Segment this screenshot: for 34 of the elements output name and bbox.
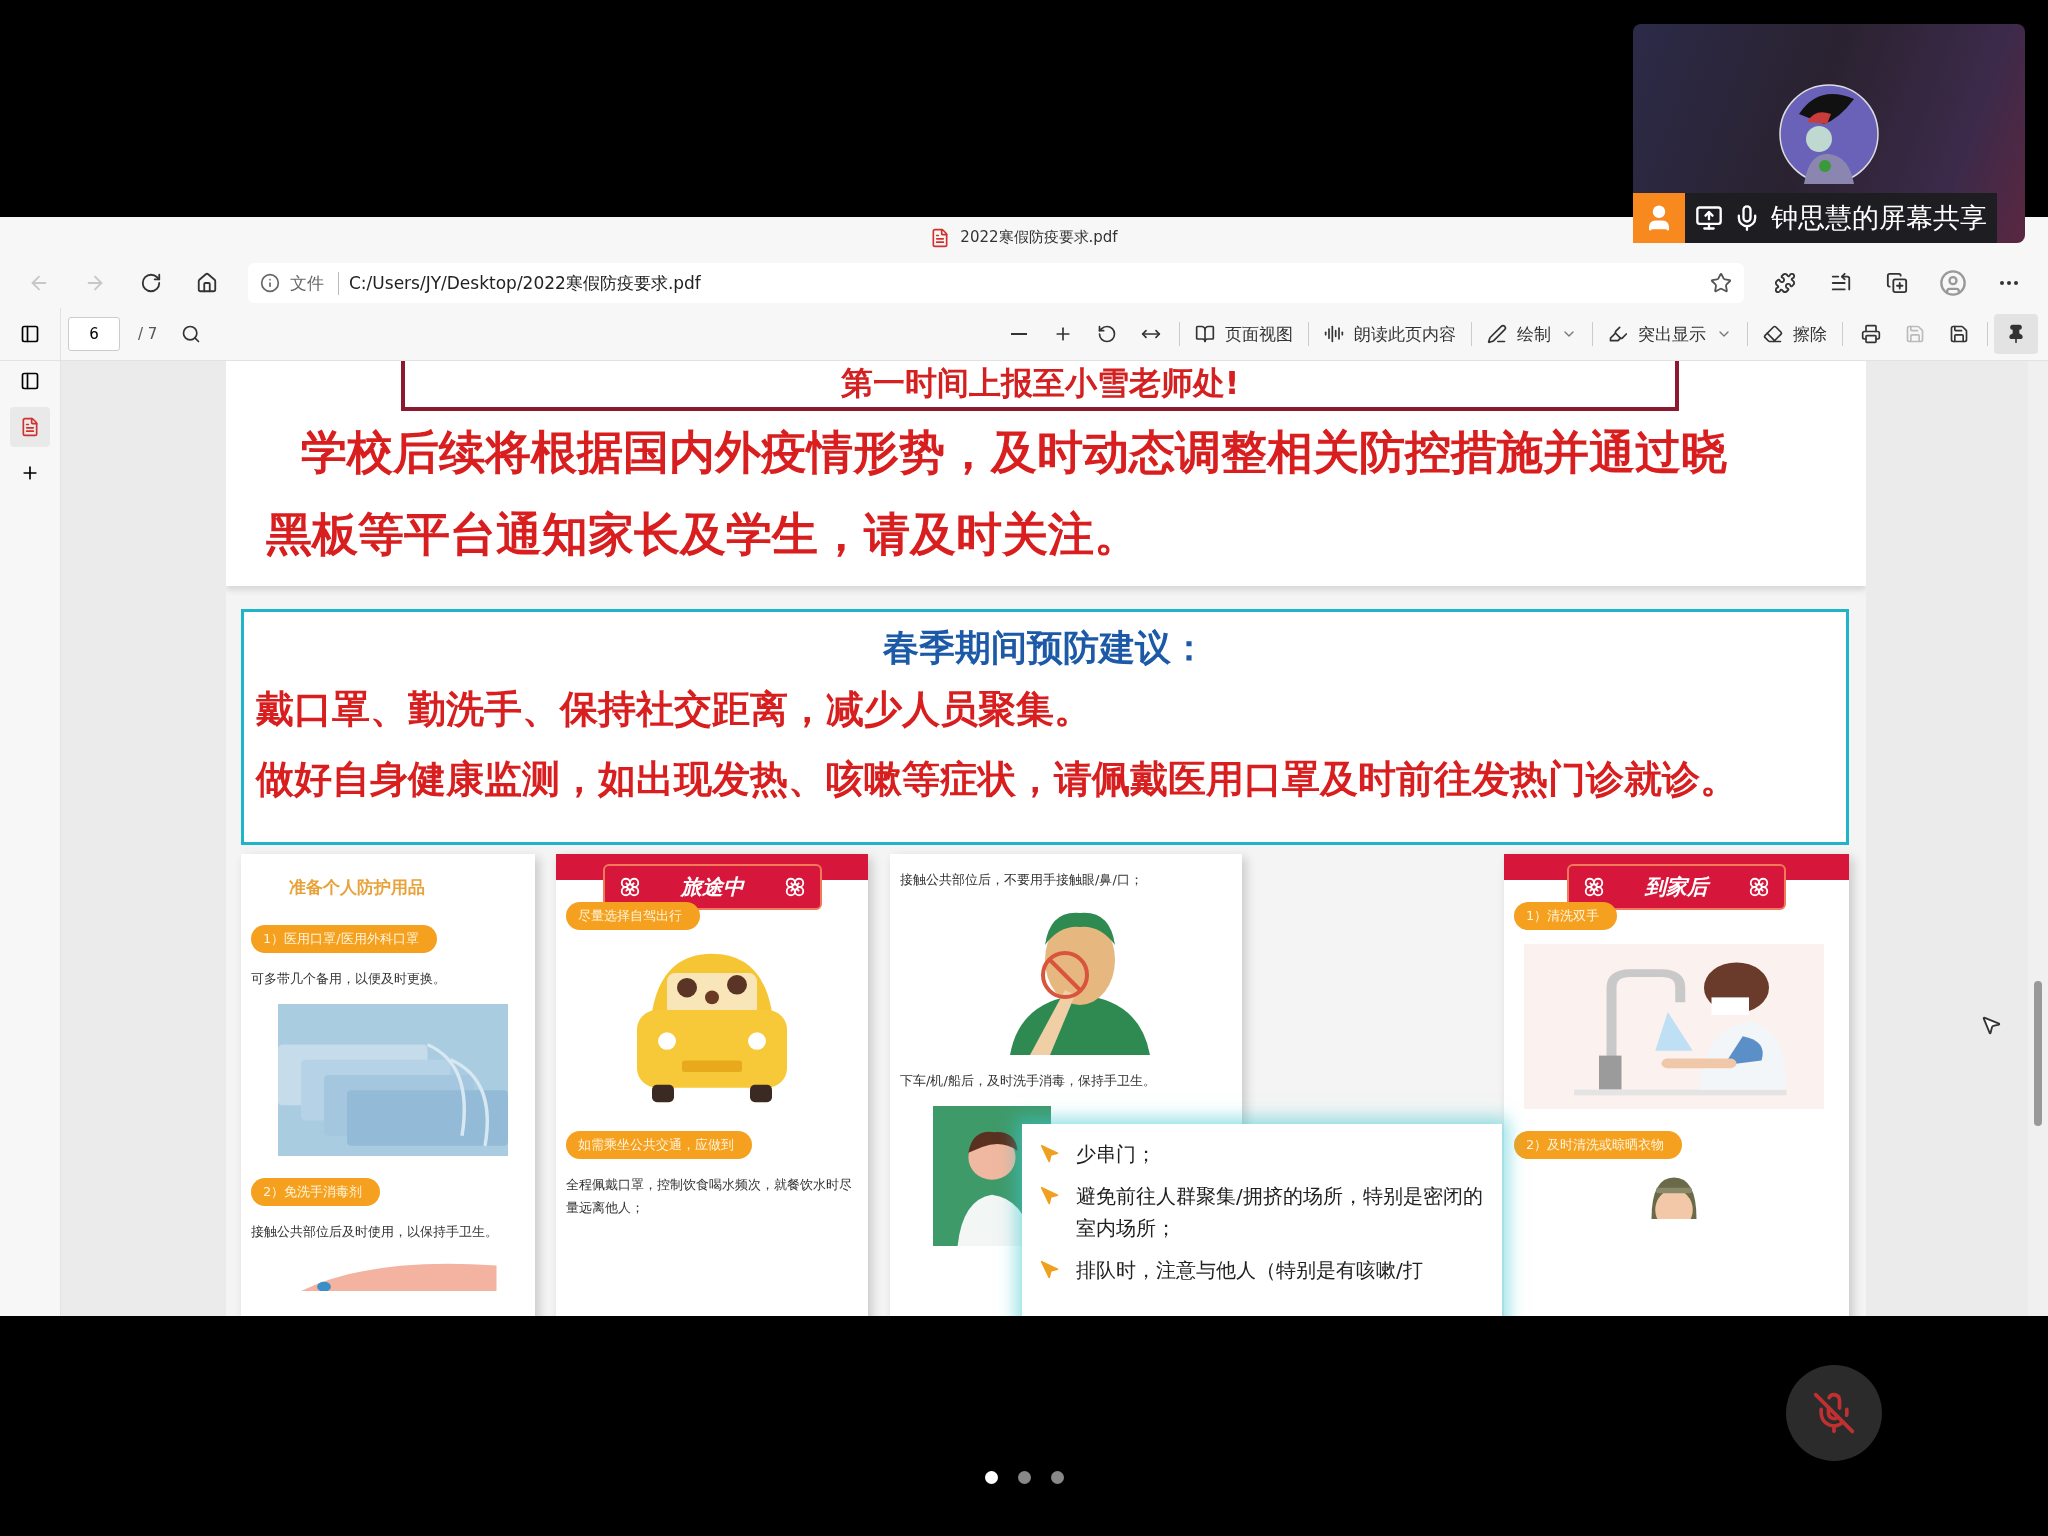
advice-text: 戴口罩、勤洗手、保持社交距离，减少人员聚集。 bbox=[256, 686, 1093, 733]
step-label: 1）清洗双手 bbox=[1514, 902, 1618, 930]
step-label: 1）医用口罩/医用外科口罩 bbox=[251, 925, 437, 953]
tool-button[interactable]: 突出显示 bbox=[1599, 314, 1741, 354]
card-text: 下车/机/船后，及时洗手消毒，保持手卫生。 bbox=[900, 1072, 1156, 1090]
banner-title: 旅途中 bbox=[680, 874, 744, 901]
step-label: 2）及时清洗或晾晒衣物 bbox=[1514, 1131, 1683, 1159]
tool-button[interactable]: 页面视图 bbox=[1186, 314, 1302, 354]
card-title: 准备个人防护用品 bbox=[289, 876, 425, 899]
page-number-field[interactable]: 6 bbox=[68, 317, 120, 351]
callout-text: 少串门； bbox=[1076, 1141, 1156, 1168]
step-label: 2）免洗手消毒剂 bbox=[251, 1178, 381, 1206]
advice-title: 春季期间预防建议： bbox=[882, 626, 1208, 670]
address-scheme: 文件 bbox=[290, 271, 339, 295]
page-count: / 7 bbox=[138, 325, 158, 343]
card-text: 接触公共部位后及时使用，以保持手卫生。 bbox=[251, 1223, 498, 1241]
notice-text: 学校后续将根据国内外疫情形势，及时动态调整相关防控措施并通过晓 bbox=[301, 424, 1728, 481]
tool-button[interactable]: 绘制 bbox=[1478, 314, 1586, 354]
advice-text: 做好自身健康监测，如出现发热、咳嗽等症状，请佩戴医用口罩及时前往发热门诊就诊。 bbox=[256, 756, 1739, 803]
card-text: 全程佩戴口罩，控制饮食喝水频次，就餐饮水时尽量远离他人； bbox=[566, 1176, 853, 1217]
window-title: 2022寒假防疫要求.pdf bbox=[960, 228, 1118, 247]
callout-text: 避免前往人群聚集/拥挤的场所，特别是密闭的室内场所； bbox=[1076, 1183, 1484, 1242]
card-text: 接触公共部位后，不要用手接触眼/鼻/口； bbox=[900, 871, 1143, 889]
boxed-heading: 第一时间上报至小雪老师处! bbox=[401, 361, 1679, 411]
tool-button[interactable]: 朗读此页内容 bbox=[1315, 314, 1465, 354]
notice-text: 黑板等平台通知家长及学生，请及时关注。 bbox=[266, 506, 1141, 563]
step-label: 尽量选择自驾出行 bbox=[566, 902, 700, 930]
presenter-name: 钟思慧的屏幕共享 bbox=[1771, 201, 1987, 235]
tool-button[interactable]: 擦除 bbox=[1754, 314, 1836, 354]
card-text: 可多带几个备用，以便及时更换。 bbox=[251, 970, 446, 988]
callout-text: 排队时，注意与他人（特别是有咳嗽/打 bbox=[1076, 1257, 1423, 1284]
step-label: 如需乘坐公共交通，应做到 bbox=[566, 1131, 752, 1159]
address-field[interactable]: 文件 C:/Users/JY/Desktop/2022寒假防疫要求.pdf bbox=[248, 263, 1744, 303]
address-url: C:/Users/JY/Desktop/2022寒假防疫要求.pdf bbox=[349, 271, 702, 295]
